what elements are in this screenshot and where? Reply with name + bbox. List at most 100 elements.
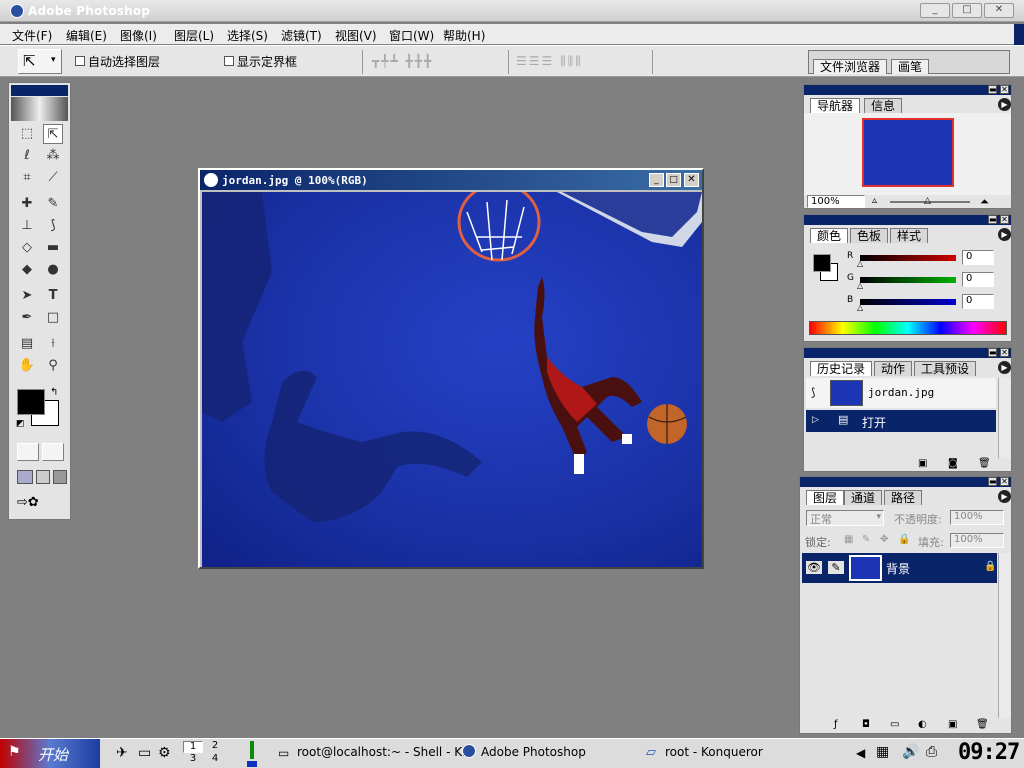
clock[interactable]: 09:27 [958, 740, 1020, 765]
lock-all-icon[interactable]: 🔒 [898, 534, 910, 545]
tab-brushes[interactable]: 画笔 [891, 59, 930, 74]
menu-help[interactable]: 帮助(H) [443, 27, 485, 44]
close-button[interactable]: ✕ [984, 3, 1014, 18]
new-document-from-state-icon[interactable]: ▣ [918, 458, 927, 469]
trash-icon[interactable]: 🗑 [976, 719, 989, 730]
history-brush-tool-icon[interactable]: ⟆ [43, 216, 63, 236]
image-canvas[interactable] [202, 192, 702, 567]
gradient-tool-icon[interactable]: ▬ [43, 238, 63, 258]
panel-menu-arrow-icon[interactable]: ▶ [998, 228, 1011, 241]
channel-r-value[interactable]: 0 [962, 250, 994, 265]
magic-wand-tool-icon[interactable]: ⁂ [43, 146, 63, 166]
quick-launch-icon[interactable]: ✈ [116, 745, 128, 761]
menu-file[interactable]: 文件(F) [12, 27, 52, 44]
tab-info[interactable]: 信息 [864, 98, 903, 113]
zoom-out-icon[interactable]: ▵ [872, 195, 877, 206]
channel-r-slider[interactable] [860, 255, 956, 261]
panel-close-button[interactable]: ✕ [1000, 348, 1009, 357]
full-screen-menu-mode-icon[interactable] [36, 470, 50, 484]
color-ramp[interactable] [809, 321, 1007, 335]
channel-g-value[interactable]: 0 [962, 272, 994, 287]
menu-select[interactable]: 选择(S) [227, 27, 268, 44]
desktop-3[interactable]: 3 [183, 754, 203, 766]
slider-handle[interactable]: △ [857, 259, 863, 268]
printer-tray-icon[interactable]: ⎙ [926, 744, 937, 760]
history-scrollbar[interactable] [998, 378, 1011, 458]
type-tool-icon[interactable]: T [43, 286, 63, 306]
eraser-tool-icon[interactable]: ◇ [17, 238, 37, 258]
trash-icon[interactable]: 🗑 [978, 458, 991, 469]
pen-tool-icon[interactable]: ✒ [17, 308, 37, 328]
navigator-zoom-field[interactable]: 100% [807, 195, 865, 208]
show-bounding-box-checkbox[interactable] [224, 56, 234, 66]
panel-minimize-button[interactable]: ▬ [988, 215, 997, 224]
default-colors-icon[interactable]: ◩ [16, 419, 25, 429]
full-screen-mode-icon[interactable] [53, 470, 67, 484]
channel-b-value[interactable]: 0 [962, 294, 994, 309]
doc-maximize-button[interactable]: □ [666, 173, 681, 187]
panel-close-button[interactable]: ✕ [1000, 215, 1009, 224]
navigator-proxy-view[interactable] [862, 118, 954, 187]
foreground-color-swatch[interactable] [17, 389, 45, 415]
menu-image[interactable]: 图像(I) [120, 27, 157, 44]
quick-mask-mode-button[interactable] [42, 443, 64, 461]
desktop-4[interactable]: 4 [205, 754, 225, 766]
doc-close-button[interactable]: ✕ [684, 173, 699, 187]
panel-menu-arrow-icon[interactable]: ▶ [998, 361, 1011, 374]
lock-image-icon[interactable]: ✎ [862, 534, 870, 545]
jump-to-imageready-icon[interactable]: ⇨✿ [17, 495, 65, 513]
tab-paths[interactable]: 路径 [884, 490, 923, 505]
zoom-in-icon[interactable]: ⏶ [980, 195, 989, 209]
panel-close-button[interactable]: ✕ [1000, 477, 1009, 486]
menu-filter[interactable]: 滤镜(T) [281, 27, 322, 44]
slider-handle[interactable]: △ [857, 281, 863, 290]
notes-tool-icon[interactable]: ▤ [17, 334, 37, 354]
channel-b-slider[interactable] [860, 299, 956, 305]
task-shell[interactable]: root@localhost:~ - Shell - Ki [297, 745, 465, 759]
menu-layer[interactable]: 图层(L) [174, 27, 214, 44]
network-tray-icon[interactable]: ▦ [876, 744, 889, 760]
new-snapshot-icon[interactable]: ◙ [948, 458, 958, 469]
opacity-field[interactable]: 100% [950, 510, 1004, 525]
task-konqueror[interactable]: root - Konqueror [665, 745, 763, 759]
blur-tool-icon[interactable]: ◆ [17, 260, 37, 280]
lock-transparency-icon[interactable]: ▦ [844, 534, 853, 545]
auto-select-layer-checkbox[interactable] [75, 56, 85, 66]
healing-brush-tool-icon[interactable]: ✚ [17, 194, 37, 214]
adjustment-layer-icon[interactable]: ◐ [918, 719, 927, 730]
layer-row[interactable]: 👁 ✎ 背景 🔒 [802, 553, 997, 583]
tab-channels[interactable]: 通道 [844, 490, 883, 505]
swap-colors-icon[interactable]: ↰ [50, 387, 58, 398]
layer-visibility-eye-icon[interactable]: 👁 [806, 561, 822, 574]
doc-minimize-button[interactable]: _ [649, 173, 664, 187]
start-button[interactable]: ⚑ 开始 [0, 739, 100, 768]
network-launch-icon[interactable]: ⚙ [158, 745, 171, 761]
tab-actions[interactable]: 动作 [874, 361, 913, 376]
panel-menu-arrow-icon[interactable]: ▶ [998, 98, 1011, 111]
tab-styles[interactable]: 样式 [890, 228, 929, 243]
history-snapshot-row[interactable]: ⟆ jordan.jpg [806, 378, 996, 408]
panel-minimize-button[interactable]: ▬ [988, 348, 997, 357]
menu-edit[interactable]: 编辑(E) [66, 27, 107, 44]
terminal-launch-icon[interactable]: ▭ [138, 745, 151, 761]
menu-window[interactable]: 窗口(W) [389, 27, 434, 44]
minimize-button[interactable]: _ [920, 3, 950, 18]
tab-color[interactable]: 颜色 [810, 228, 849, 243]
speaker-tray-icon[interactable]: 🔊 [902, 744, 919, 760]
desktop-1[interactable]: 1 [183, 741, 203, 753]
eyedropper-tool-icon[interactable]: ⟊ [43, 334, 63, 354]
panel-close-button[interactable]: ✕ [1000, 85, 1009, 94]
zoom-tool-icon[interactable]: ⚲ [43, 356, 63, 376]
tab-swatches[interactable]: 色板 [850, 228, 889, 243]
history-brush-source-icon[interactable]: ⟆ [811, 386, 815, 399]
brush-tool-icon[interactable]: ✎ [43, 194, 63, 214]
new-layer-set-icon[interactable]: ▭ [890, 719, 899, 730]
layers-scrollbar[interactable] [998, 553, 1011, 718]
task-photoshop[interactable]: Adobe Photoshop [481, 745, 586, 759]
adobe-online-eye-icon[interactable] [11, 97, 68, 121]
menu-view[interactable]: 视图(V) [335, 27, 377, 44]
panel-minimize-button[interactable]: ▬ [988, 85, 997, 94]
marquee-tool-icon[interactable]: ⬚ [17, 124, 37, 144]
lasso-tool-icon[interactable]: ℓ [17, 146, 37, 166]
layer-brush-icon[interactable]: ✎ [828, 561, 844, 574]
